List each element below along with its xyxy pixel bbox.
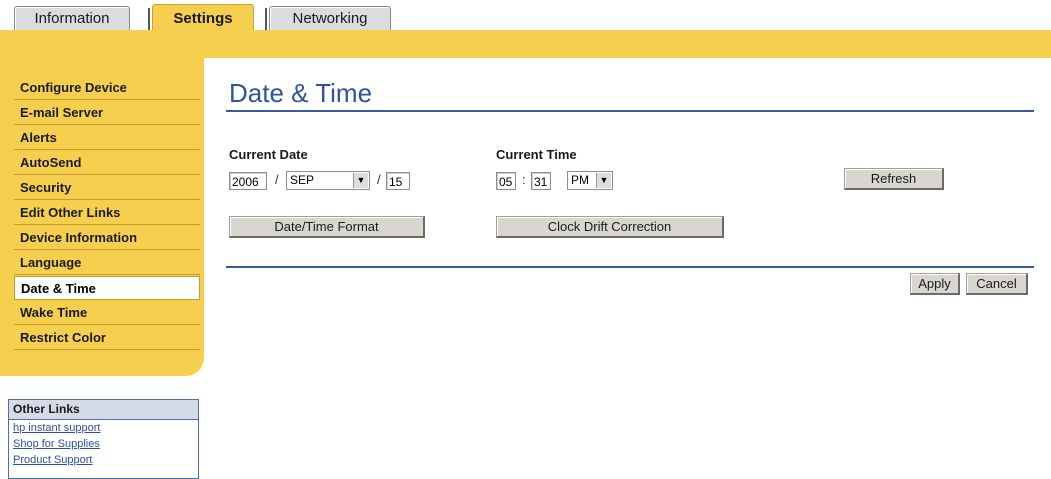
ampm-select-value: PM bbox=[571, 173, 589, 187]
other-links-title: Other Links bbox=[9, 400, 198, 420]
date-separator: / bbox=[377, 172, 381, 187]
chevron-down-icon: ▼ bbox=[353, 173, 368, 188]
link-product-support[interactable]: Product Support bbox=[9, 452, 198, 468]
tab-information[interactable]: Information bbox=[14, 6, 130, 31]
sidebar-item-email-server[interactable]: E-mail Server bbox=[14, 101, 200, 125]
day-field[interactable]: 15 bbox=[386, 172, 410, 190]
year-field[interactable]: 2006 bbox=[229, 172, 267, 190]
month-select-value: SEP bbox=[290, 173, 315, 187]
refresh-button[interactable]: Refresh bbox=[844, 168, 944, 190]
ampm-select[interactable]: PM ▼ bbox=[567, 171, 613, 190]
sidebar-item-configure-device[interactable]: Configure Device bbox=[14, 76, 200, 100]
form-divider bbox=[226, 266, 1034, 268]
month-select[interactable]: SEP ▼ bbox=[286, 171, 370, 190]
link-shop-for-supplies[interactable]: Shop for Supplies bbox=[9, 436, 198, 452]
other-links-panel: Other Links hp instant support Shop for … bbox=[8, 399, 199, 479]
sidebar-nav: Configure Device E-mail Server Alerts Au… bbox=[14, 76, 200, 351]
sidebar-item-edit-other-links[interactable]: Edit Other Links bbox=[14, 201, 200, 225]
title-divider bbox=[226, 110, 1034, 112]
time-separator: : bbox=[522, 172, 526, 187]
header-band bbox=[0, 30, 1051, 58]
tab-separator bbox=[265, 8, 267, 30]
link-hp-instant-support[interactable]: hp instant support bbox=[9, 420, 198, 436]
current-date-label: Current Date bbox=[229, 147, 308, 162]
date-separator: / bbox=[275, 172, 279, 187]
sidebar-item-alerts[interactable]: Alerts bbox=[14, 126, 200, 150]
sidebar-item-autosend[interactable]: AutoSend bbox=[14, 151, 200, 175]
cancel-button[interactable]: Cancel bbox=[966, 273, 1028, 295]
date-time-format-button[interactable]: Date/Time Format bbox=[229, 216, 425, 238]
sidebar-item-restrict-color[interactable]: Restrict Color bbox=[14, 326, 200, 350]
tab-settings[interactable]: Settings bbox=[152, 4, 254, 31]
clock-drift-correction-button[interactable]: Clock Drift Correction bbox=[496, 216, 724, 238]
apply-button[interactable]: Apply bbox=[910, 273, 960, 295]
sidebar-item-date-time[interactable]: Date & Time bbox=[14, 276, 200, 300]
sidebar-item-security[interactable]: Security bbox=[14, 176, 200, 200]
sidebar-item-language[interactable]: Language bbox=[14, 251, 200, 275]
page-title: Date & Time bbox=[229, 78, 373, 108]
current-time-label: Current Time bbox=[496, 147, 577, 162]
minute-field[interactable]: 31 bbox=[531, 172, 551, 190]
hour-field[interactable]: 05 bbox=[496, 172, 516, 190]
sidebar-item-wake-time[interactable]: Wake Time bbox=[14, 301, 200, 325]
chevron-down-icon: ▼ bbox=[596, 173, 611, 188]
tab-bar: Information Settings Networking bbox=[0, 0, 1051, 31]
tab-separator bbox=[148, 8, 150, 30]
tab-networking[interactable]: Networking bbox=[269, 6, 391, 31]
sidebar-item-device-information[interactable]: Device Information bbox=[14, 226, 200, 250]
